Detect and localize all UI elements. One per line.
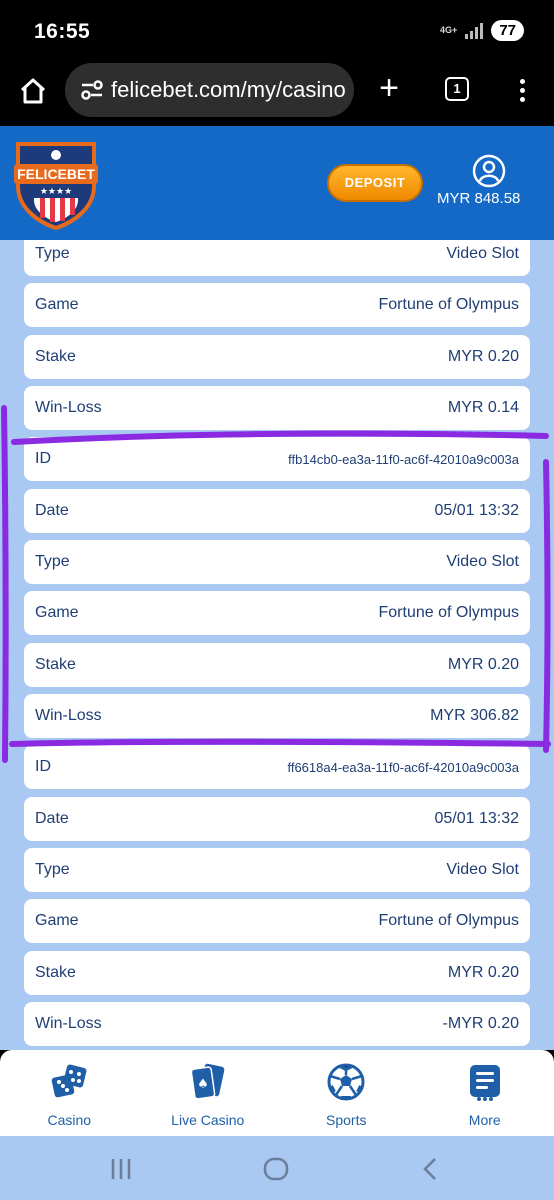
overflow-menu-icon[interactable] — [510, 76, 534, 106]
record-value: -MYR 0.20 — [442, 1015, 519, 1033]
home-button-icon[interactable] — [263, 1156, 289, 1182]
soccer-ball-icon — [327, 1063, 365, 1101]
status-indicators: 4G+ 77 — [440, 20, 524, 41]
record-value: Video Slot — [446, 553, 519, 571]
record-label: Win-Loss — [35, 707, 102, 725]
battery-level: 77 — [491, 20, 524, 41]
system-navigation-bar — [0, 1136, 554, 1200]
nav-more-label: More — [468, 1112, 501, 1128]
signal-icon — [465, 22, 484, 39]
address-bar[interactable]: felicebet.com/my/casino — [65, 63, 354, 117]
status-bar: 16:55 4G+ 77 — [0, 0, 554, 62]
record-label: Game — [35, 296, 79, 314]
record-value: Video Slot — [446, 861, 519, 879]
record-row-type: Type Video Slot — [24, 848, 530, 893]
nav-sports[interactable]: Sports — [277, 1050, 416, 1136]
record-row-id: ID ff6618a4-ea3a-11f0-ac6f-42010a9c003a — [24, 745, 530, 790]
record-rows: Type Video Slot Game Fortune of Olympus Stak… — [24, 240, 530, 1050]
record-row-date: Date 05/01 13:32 — [24, 488, 530, 533]
nav-live-casino[interactable]: ♠ Live Casino — [139, 1050, 278, 1136]
record-value: MYR 0.20 — [447, 963, 519, 981]
record-row-stake: Stake MYR 0.20 — [24, 950, 530, 995]
record-value: Fortune of Olympus — [378, 912, 520, 930]
record-value: ffb14cb0-ea3a-11f0-ac6f-42010a9c003a — [288, 451, 519, 467]
record-value: 05/01 13:32 — [434, 501, 519, 519]
record-row-type: Type Video Slot — [24, 240, 530, 276]
record-row-stake: Stake MYR 0.20 — [24, 642, 530, 687]
record-row-win-loss: Win-Loss -MYR 0.20 — [24, 1002, 530, 1047]
record-label: Win-Loss — [35, 1015, 102, 1033]
svg-text:FELICEBET: FELICEBET — [17, 166, 95, 182]
site-header: FELICEBET ★★★★ DEPOSIT MYR 848.58 — [0, 126, 554, 240]
record-row-game: Game Fortune of Olympus — [24, 591, 530, 636]
record-label: Stake — [35, 963, 76, 981]
more-list-icon — [469, 1065, 500, 1101]
record-row-type: Type Video Slot — [24, 540, 530, 585]
account-balance: MYR 848.58 — [437, 190, 521, 207]
back-icon[interactable] — [418, 1156, 444, 1182]
recent-apps-icon[interactable] — [108, 1156, 134, 1182]
playing-cards-icon: ♠ — [190, 1063, 225, 1100]
record-value: ff6618a4-ea3a-11f0-ac6f-42010a9c003a — [287, 759, 519, 775]
new-tab-icon[interactable]: + — [374, 71, 404, 105]
record-label: Date — [35, 501, 69, 519]
home-icon[interactable] — [18, 76, 48, 106]
nav-live-casino-label: Live Casino — [171, 1112, 245, 1128]
nav-sports-label: Sports — [326, 1112, 367, 1128]
dice-icon — [51, 1064, 87, 1098]
record-row-id: ID ffb14cb0-ea3a-11f0-ac6f-42010a9c003a — [24, 437, 530, 482]
nav-more[interactable]: More — [416, 1050, 554, 1136]
record-label: Stake — [35, 347, 76, 365]
record-label: Win-Loss — [35, 399, 102, 417]
site-settings-icon[interactable] — [79, 77, 105, 103]
record-row-game: Game Fortune of Olympus — [24, 283, 530, 328]
record-row-game: Game Fortune of Olympus — [24, 899, 530, 944]
record-value: MYR 0.20 — [447, 655, 519, 673]
user-account-icon[interactable] — [472, 154, 506, 188]
record-value: 05/01 13:32 — [434, 809, 519, 827]
url-text: felicebet.com/my/casino — [111, 77, 346, 102]
record-value: MYR 306.82 — [430, 707, 519, 725]
record-label: Game — [35, 604, 79, 622]
record-value: MYR 0.20 — [447, 347, 519, 365]
record-row-date: Date 05/01 13:32 — [24, 796, 530, 841]
record-value: Fortune of Olympus — [378, 604, 520, 622]
record-row-stake: Stake MYR 0.20 — [24, 334, 530, 379]
record-label: Type — [35, 861, 70, 879]
nav-casino[interactable]: Casino — [0, 1050, 139, 1136]
record-value: Fortune of Olympus — [378, 296, 520, 314]
svg-text:♠: ♠ — [197, 1077, 209, 1092]
record-label: Game — [35, 912, 79, 930]
record-label: Date — [35, 809, 69, 827]
record-label: Stake — [35, 655, 76, 673]
record-label: Type — [35, 553, 70, 571]
deposit-button[interactable]: DEPOSIT — [327, 164, 423, 202]
svg-text:★★★★: ★★★★ — [40, 187, 72, 197]
record-row-win-loss: Win-Loss MYR 0.14 — [24, 386, 530, 431]
record-label: ID — [35, 450, 51, 468]
nav-casino-label: Casino — [47, 1112, 92, 1128]
record-value: Video Slot — [446, 245, 519, 262]
network-type: 4G+ — [440, 25, 458, 35]
record-label: ID — [35, 758, 51, 776]
tab-switcher-button[interactable]: 1 — [445, 77, 469, 101]
bottom-navigation: Casino ♠ Live Casino Sports More — [0, 1050, 554, 1136]
record-row-win-loss: Win-Loss MYR 306.82 — [24, 694, 530, 739]
browser-toolbar: felicebet.com/my/casino + 1 — [0, 62, 554, 126]
felicebet-logo[interactable]: FELICEBET ★★★★ — [12, 138, 100, 230]
record-label: Type — [35, 245, 70, 262]
casino-history-list[interactable]: Type Video Slot Game Fortune of Olympus Stak… — [0, 240, 554, 1050]
record-value: MYR 0.14 — [447, 399, 519, 417]
status-time: 16:55 — [34, 20, 91, 43]
